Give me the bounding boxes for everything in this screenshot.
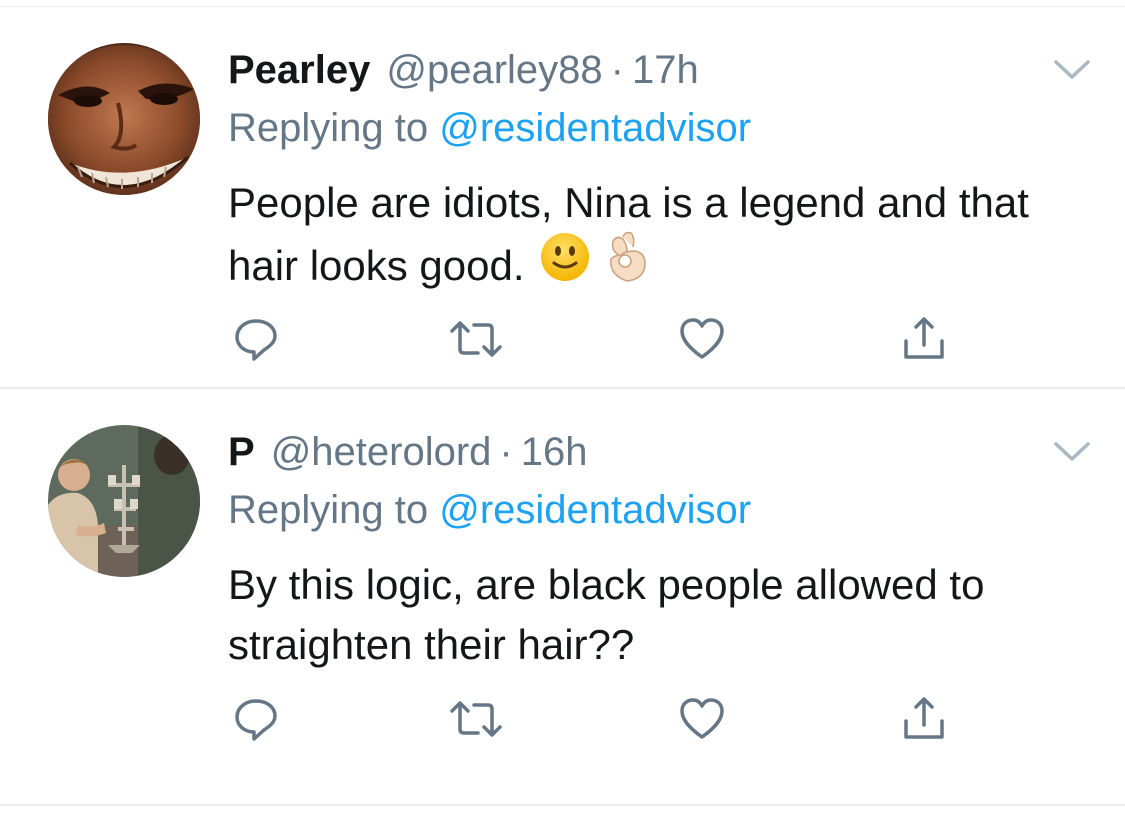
like-button[interactable]: [678, 695, 726, 743]
share-button[interactable]: [900, 315, 948, 363]
tweet-actions: [0, 389, 1125, 806]
reply-icon: [235, 699, 277, 741]
like-icon: [680, 698, 724, 739]
share-icon: [904, 317, 944, 359]
retweet-button[interactable]: [448, 315, 502, 363]
share-icon: [904, 697, 944, 739]
tweet[interactable]: P @heterolord · 16h Replying to @residen…: [0, 389, 1125, 806]
tweet-actions: [0, 7, 1125, 389]
reply-button[interactable]: [232, 695, 280, 743]
tweet-divider: [0, 804, 1125, 806]
like-button[interactable]: [678, 315, 726, 363]
reply-button[interactable]: [232, 315, 280, 363]
retweet-icon: [450, 321, 502, 357]
like-icon: [680, 318, 724, 359]
retweet-button[interactable]: [448, 695, 502, 743]
retweet-icon: [450, 701, 502, 737]
reply-icon: [235, 319, 277, 361]
tweet[interactable]: Pearley @pearley88 · 17h Replying to @re…: [0, 7, 1125, 389]
share-button[interactable]: [900, 695, 948, 743]
